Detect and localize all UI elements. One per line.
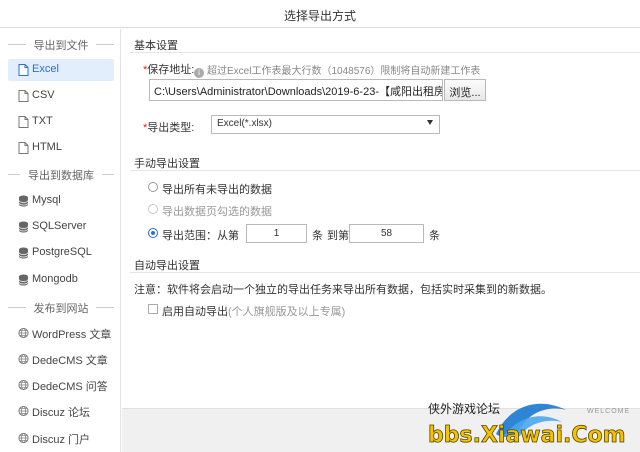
globe-icon	[18, 353, 29, 365]
divider	[130, 170, 640, 171]
watermark: 侠外游戏论坛 WELCOME bbs.Xiawai.Com	[428, 402, 630, 448]
section-export-file: 导出到文件	[8, 37, 114, 52]
sidebar-item-label: TXT	[32, 115, 53, 127]
sidebar-item-txt[interactable]: TXT	[8, 111, 114, 133]
sidebar-item-label: Mongodb	[32, 273, 78, 285]
globe-icon	[18, 379, 29, 391]
sidebar-item-label: WordPress 文章	[32, 329, 112, 341]
watermark-cn: 侠外游戏论坛	[428, 402, 500, 416]
range-from-unit: 条	[312, 230, 323, 242]
database-icon	[18, 247, 29, 259]
section-label: 导出到数据库	[28, 170, 94, 182]
section-label: 导出到文件	[33, 40, 89, 52]
range-to-label: 到第	[327, 230, 349, 242]
radio-export-range-label[interactable]: 导出范围：从第	[162, 227, 239, 243]
info-icon: i	[194, 68, 204, 78]
sidebar-item-label: DedeCMS 文章	[32, 355, 108, 367]
enable-auto-export-checkbox[interactable]	[148, 304, 158, 314]
sidebar-item-mongodb[interactable]: Mongodb	[8, 269, 114, 291]
radio-export-selected[interactable]	[148, 204, 158, 214]
chevron-down-icon	[427, 120, 433, 125]
browse-button[interactable]: 浏览...	[444, 79, 486, 101]
sidebar-item-label: Discuz 门户	[32, 434, 91, 446]
enable-auto-export-label[interactable]: 启用自动导出(个人旗舰版及以上专属)	[162, 303, 345, 319]
radio-export-range[interactable]	[148, 228, 158, 238]
sidebar-item-label: Mysql	[32, 194, 61, 206]
sidebar-item-sqlserver[interactable]: SQLServer	[8, 216, 114, 238]
range-from-input[interactable]: 1	[246, 224, 307, 243]
export-type-value: Excel(*.xlsx)	[217, 118, 273, 129]
radio-export-selected-label[interactable]: 导出数据页勾选的数据	[162, 203, 272, 219]
database-icon	[18, 221, 29, 233]
radio-export-all-label[interactable]: 导出所有未导出的数据	[162, 181, 272, 197]
sidebar-item-label: CSV	[32, 89, 55, 101]
save-path-input[interactable]: C:\Users\Administrator\Downloads\2019-6-…	[149, 79, 443, 101]
sidebar-item-label: DedeCMS 问答	[32, 381, 108, 393]
basic-settings-heading: 基本设置	[134, 40, 178, 52]
sidebar-item-wordpress[interactable]: WordPress 文章	[8, 322, 114, 344]
sidebar-item-dedecms-article[interactable]: DedeCMS 文章	[8, 348, 114, 370]
section-export-db: 导出到数据库	[8, 167, 114, 182]
main-panel: 基本设置 *保存地址: i 超过Excel工作表最大行数（1048576）限制将自…	[122, 29, 640, 452]
sidebar: 导出到文件 Excel CSV TXT HTML 导出到数据库 Mysql SQ…	[0, 29, 121, 452]
sidebar-item-discuz-forum[interactable]: Discuz 论坛	[8, 400, 114, 422]
sidebar-item-discuz-portal[interactable]: Discuz 门户	[8, 427, 114, 449]
export-type-select[interactable]: Excel(*.xlsx)	[211, 115, 440, 134]
database-icon	[18, 274, 29, 286]
section-publish-web: 发布到网站	[8, 300, 114, 315]
globe-icon	[18, 432, 29, 444]
radio-export-all[interactable]	[148, 182, 158, 192]
sidebar-item-html[interactable]: HTML	[8, 137, 114, 159]
file-icon	[18, 64, 29, 76]
sidebar-item-mysql[interactable]: Mysql	[8, 190, 114, 212]
file-icon	[18, 116, 29, 128]
export-type-label: *导出类型:	[143, 122, 195, 134]
manual-settings-heading: 手动导出设置	[134, 158, 200, 170]
sidebar-item-dedecms-qa[interactable]: DedeCMS 问答	[8, 374, 114, 396]
divider	[130, 52, 640, 53]
sidebar-item-label: Discuz 论坛	[32, 407, 91, 419]
range-to-input[interactable]: 58	[349, 224, 424, 243]
database-icon	[18, 195, 29, 207]
sidebar-item-excel[interactable]: Excel	[8, 59, 114, 81]
save-path-hint: i 超过Excel工作表最大行数（1048576）限制将自动新建工作表	[194, 62, 480, 78]
sidebar-item-label: Excel	[32, 63, 59, 75]
sidebar-item-postgresql[interactable]: PostgreSQL	[8, 242, 114, 264]
watermark-welcome: WELCOME	[587, 408, 630, 415]
file-icon	[18, 90, 29, 102]
auto-settings-heading: 自动导出设置	[134, 260, 200, 272]
sidebar-item-label: HTML	[32, 141, 62, 153]
range-to-unit: 条	[429, 230, 440, 242]
divider	[130, 272, 640, 273]
sidebar-item-label: PostgreSQL	[32, 246, 92, 258]
file-icon	[18, 142, 29, 154]
sidebar-item-label: SQLServer	[32, 220, 87, 232]
globe-icon	[18, 327, 29, 339]
watermark-url: bbs.Xiawai.Com	[428, 423, 626, 448]
save-path-label: *保存地址:	[143, 64, 195, 76]
section-label: 发布到网站	[33, 303, 89, 315]
window-title: 选择导出方式	[283, 9, 356, 23]
auto-export-note: 注意：软件将会启动一个独立的导出任务来导出所有数据，包括实时采集到的新数据。	[134, 284, 552, 296]
title-bar: 选择导出方式	[0, 0, 640, 28]
globe-icon	[18, 405, 29, 417]
sidebar-item-csv[interactable]: CSV	[8, 85, 114, 107]
